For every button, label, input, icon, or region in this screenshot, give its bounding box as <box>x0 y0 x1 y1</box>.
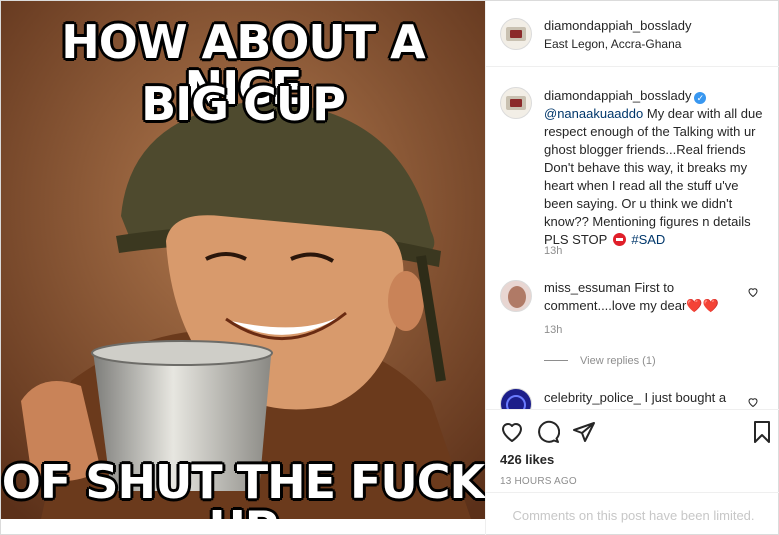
comments-list[interactable]: diamondappiah_bosslady ✓ @nanaakuaaddo My… <box>486 67 779 409</box>
bookmark-icon[interactable] <box>750 420 774 444</box>
post-sidebar: diamondappiah_bosslady East Legon, Accra… <box>485 1 779 535</box>
paper-plane-icon[interactable] <box>572 420 596 444</box>
comment-time: 13h <box>544 324 563 336</box>
comment-text: I just bought a <box>644 390 727 405</box>
instagram-post: HOW ABOUT A NICE BIG CUP OF SHUT THE FUC… <box>0 0 779 535</box>
post-header: diamondappiah_bosslady East Legon, Accra… <box>486 1 779 67</box>
caption-time: 13h <box>544 245 563 257</box>
caption-text: My dear with all due respect enough of t… <box>544 106 763 247</box>
post-timestamp[interactable]: 13 HOURS AGO <box>500 476 577 487</box>
heart-outline-icon[interactable] <box>500 420 524 444</box>
comment-avatar[interactable] <box>500 388 532 409</box>
caption: diamondappiah_bosslady ✓ @nanaakuaaddo My… <box>544 87 768 249</box>
caption-hashtag[interactable]: #SAD <box>631 232 665 247</box>
no-entry-icon <box>612 233 626 246</box>
comments-limited-notice: Comments on this post have been limited. <box>486 492 779 535</box>
comment-like-heart-icon[interactable] <box>747 286 759 298</box>
header-location[interactable]: East Legon, Accra-Ghana <box>544 37 681 51</box>
view-replies-label: View replies (1) <box>580 355 656 367</box>
likes-count[interactable]: 426 likes <box>500 452 554 467</box>
comment-username[interactable]: celebrity_police_ <box>544 390 641 405</box>
speech-bubble-icon[interactable] <box>536 420 560 444</box>
header-username[interactable]: diamondappiah_bosslady <box>544 18 691 33</box>
caption-username[interactable]: diamondappiah_bosslady <box>544 88 691 103</box>
comment-avatar[interactable] <box>500 280 532 312</box>
meme-bottom-line: OF SHUT THE FUCK UP <box>1 455 485 519</box>
view-replies-button[interactable]: View replies (1) <box>544 355 656 367</box>
avatar[interactable] <box>500 18 532 50</box>
meme-top-line-2: BIG CUP <box>141 77 346 131</box>
comment-like-heart-icon[interactable] <box>747 396 759 408</box>
replies-divider <box>544 360 568 361</box>
caption-mention[interactable]: @nanaakuaaddo <box>544 106 643 121</box>
post-image[interactable]: HOW ABOUT A NICE BIG CUP OF SHUT THE FUC… <box>1 1 485 519</box>
comment-username[interactable]: miss_essuman <box>544 280 631 295</box>
post-actions: 426 likes 13 HOURS AGO Comments on this … <box>486 409 779 535</box>
verified-badge-icon: ✓ <box>694 92 707 104</box>
heart-emoji: ❤️❤️ <box>686 298 719 313</box>
comment-item: celebrity_police_ I just bought a <box>544 389 740 407</box>
comment-item: miss_essuman First to comment....love my… <box>544 279 740 315</box>
caption-avatar[interactable] <box>500 87 532 119</box>
